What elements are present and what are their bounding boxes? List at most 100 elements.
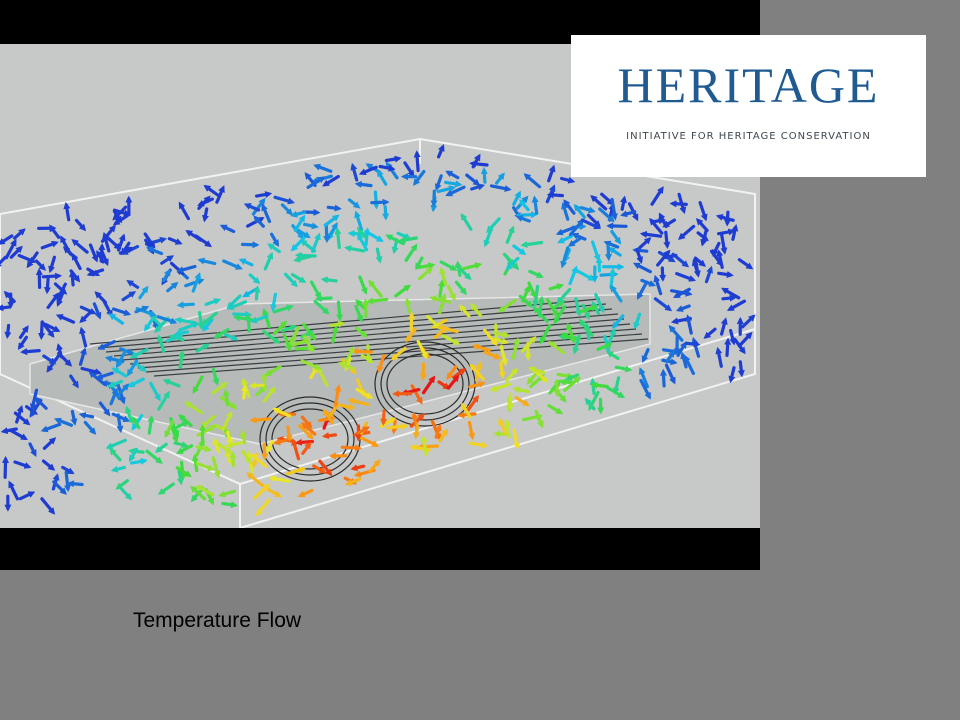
flow-arrow bbox=[368, 279, 383, 298]
flow-arrow bbox=[438, 428, 449, 443]
flow-arrow bbox=[503, 418, 511, 439]
flow-arrow bbox=[261, 203, 272, 224]
flow-arrow bbox=[176, 469, 184, 486]
flow-arrow bbox=[719, 232, 728, 255]
flow-arrow bbox=[222, 259, 243, 270]
flow-arrow bbox=[528, 269, 544, 279]
flow-arrow bbox=[413, 150, 421, 173]
flow-arrow bbox=[546, 191, 565, 199]
flow-arrow bbox=[396, 231, 412, 240]
flow-arrow bbox=[408, 311, 416, 332]
flow-arrow bbox=[79, 305, 97, 315]
flow-arrow bbox=[347, 198, 361, 209]
flow-arrow bbox=[320, 276, 338, 284]
flow-arrow bbox=[726, 299, 747, 311]
flow-arrow bbox=[273, 438, 289, 446]
flow-arrow bbox=[28, 442, 37, 457]
flow-arrow bbox=[728, 328, 737, 346]
flow-arrow bbox=[493, 331, 510, 339]
flow-arrow bbox=[436, 185, 457, 194]
flow-arrow bbox=[197, 311, 205, 331]
flow-arrow bbox=[49, 224, 61, 239]
flow-arrow bbox=[639, 230, 663, 238]
flow-arrow bbox=[698, 201, 708, 222]
flow-arrow bbox=[512, 244, 527, 256]
flow-arrow bbox=[384, 155, 402, 163]
flow-arrow bbox=[197, 257, 217, 266]
flow-arrow bbox=[590, 240, 601, 262]
flow-arrow bbox=[326, 204, 342, 212]
flow-arrow bbox=[382, 205, 390, 221]
flow-arrow bbox=[92, 302, 102, 320]
flow-arrow bbox=[437, 144, 445, 159]
flow-arrow bbox=[512, 428, 520, 450]
flow-arrow bbox=[70, 409, 78, 426]
flow-arrow bbox=[78, 411, 95, 419]
flow-arrow bbox=[489, 382, 511, 392]
flow-arrow bbox=[704, 265, 713, 284]
flow-arrow bbox=[563, 376, 581, 392]
flow-arrow bbox=[719, 317, 728, 336]
flow-arrow bbox=[253, 483, 271, 500]
flow-arrow bbox=[110, 465, 127, 473]
flow-arrow bbox=[294, 251, 317, 259]
flow-arrow bbox=[446, 284, 456, 301]
flow-arrow bbox=[385, 161, 399, 180]
flow-arrow bbox=[420, 435, 428, 457]
flow-arrow bbox=[105, 438, 127, 450]
flow-arrow bbox=[40, 422, 62, 433]
flow-arrow bbox=[537, 295, 545, 318]
flow-arrow bbox=[579, 206, 596, 214]
flow-arrow bbox=[303, 222, 319, 230]
flow-arrow bbox=[321, 432, 337, 440]
flow-arrow bbox=[294, 438, 314, 446]
flow-arrow bbox=[470, 183, 486, 191]
flow-arrow bbox=[263, 251, 274, 271]
flow-arrow bbox=[571, 232, 587, 241]
flow-arrow bbox=[519, 199, 530, 212]
flow-arrow bbox=[568, 265, 578, 286]
flow-arrow bbox=[121, 291, 137, 302]
flow-arrow bbox=[614, 365, 633, 373]
flow-arrow bbox=[661, 347, 682, 355]
flow-arrow bbox=[173, 441, 189, 449]
flow-arrow bbox=[184, 278, 205, 288]
flow-arrow bbox=[366, 297, 389, 305]
flow-arrow bbox=[157, 482, 175, 495]
flow-arrow bbox=[731, 223, 739, 241]
flow-arrow bbox=[311, 232, 321, 253]
flow-arrow bbox=[326, 221, 338, 240]
flow-arrow bbox=[370, 198, 390, 206]
flow-arrow bbox=[0, 234, 14, 245]
flow-arrow bbox=[498, 417, 507, 435]
flow-arrow bbox=[589, 377, 597, 395]
flow-arrow bbox=[413, 423, 421, 440]
flow-arrow bbox=[309, 280, 322, 300]
flow-arrow bbox=[334, 227, 342, 249]
flow-arrow bbox=[416, 262, 436, 270]
flow-arrow bbox=[0, 304, 12, 312]
flow-arrow bbox=[684, 340, 701, 348]
flow-arrow bbox=[737, 360, 745, 378]
flow-arrow bbox=[685, 314, 693, 335]
flow-arrow bbox=[659, 266, 667, 282]
flow-arrow bbox=[224, 448, 232, 464]
flow-arrow bbox=[40, 240, 59, 250]
flow-arrow bbox=[715, 346, 723, 368]
flow-arrow bbox=[115, 479, 130, 490]
flow-arrow bbox=[71, 238, 89, 254]
flow-arrow bbox=[557, 234, 574, 244]
flow-arrow bbox=[378, 164, 396, 172]
flow-arrow bbox=[178, 349, 186, 369]
flow-arrow bbox=[138, 285, 149, 300]
flow-arrow bbox=[147, 415, 155, 435]
flow-arrow bbox=[4, 323, 12, 339]
flow-arrow bbox=[280, 203, 293, 216]
flow-arrow bbox=[495, 172, 505, 185]
flow-arrow bbox=[176, 301, 195, 309]
flow-arrow bbox=[404, 297, 412, 314]
flow-arrow bbox=[301, 441, 312, 455]
flow-arrow bbox=[740, 314, 756, 329]
flow-arrow bbox=[380, 409, 388, 426]
flow-arrow bbox=[455, 260, 462, 277]
